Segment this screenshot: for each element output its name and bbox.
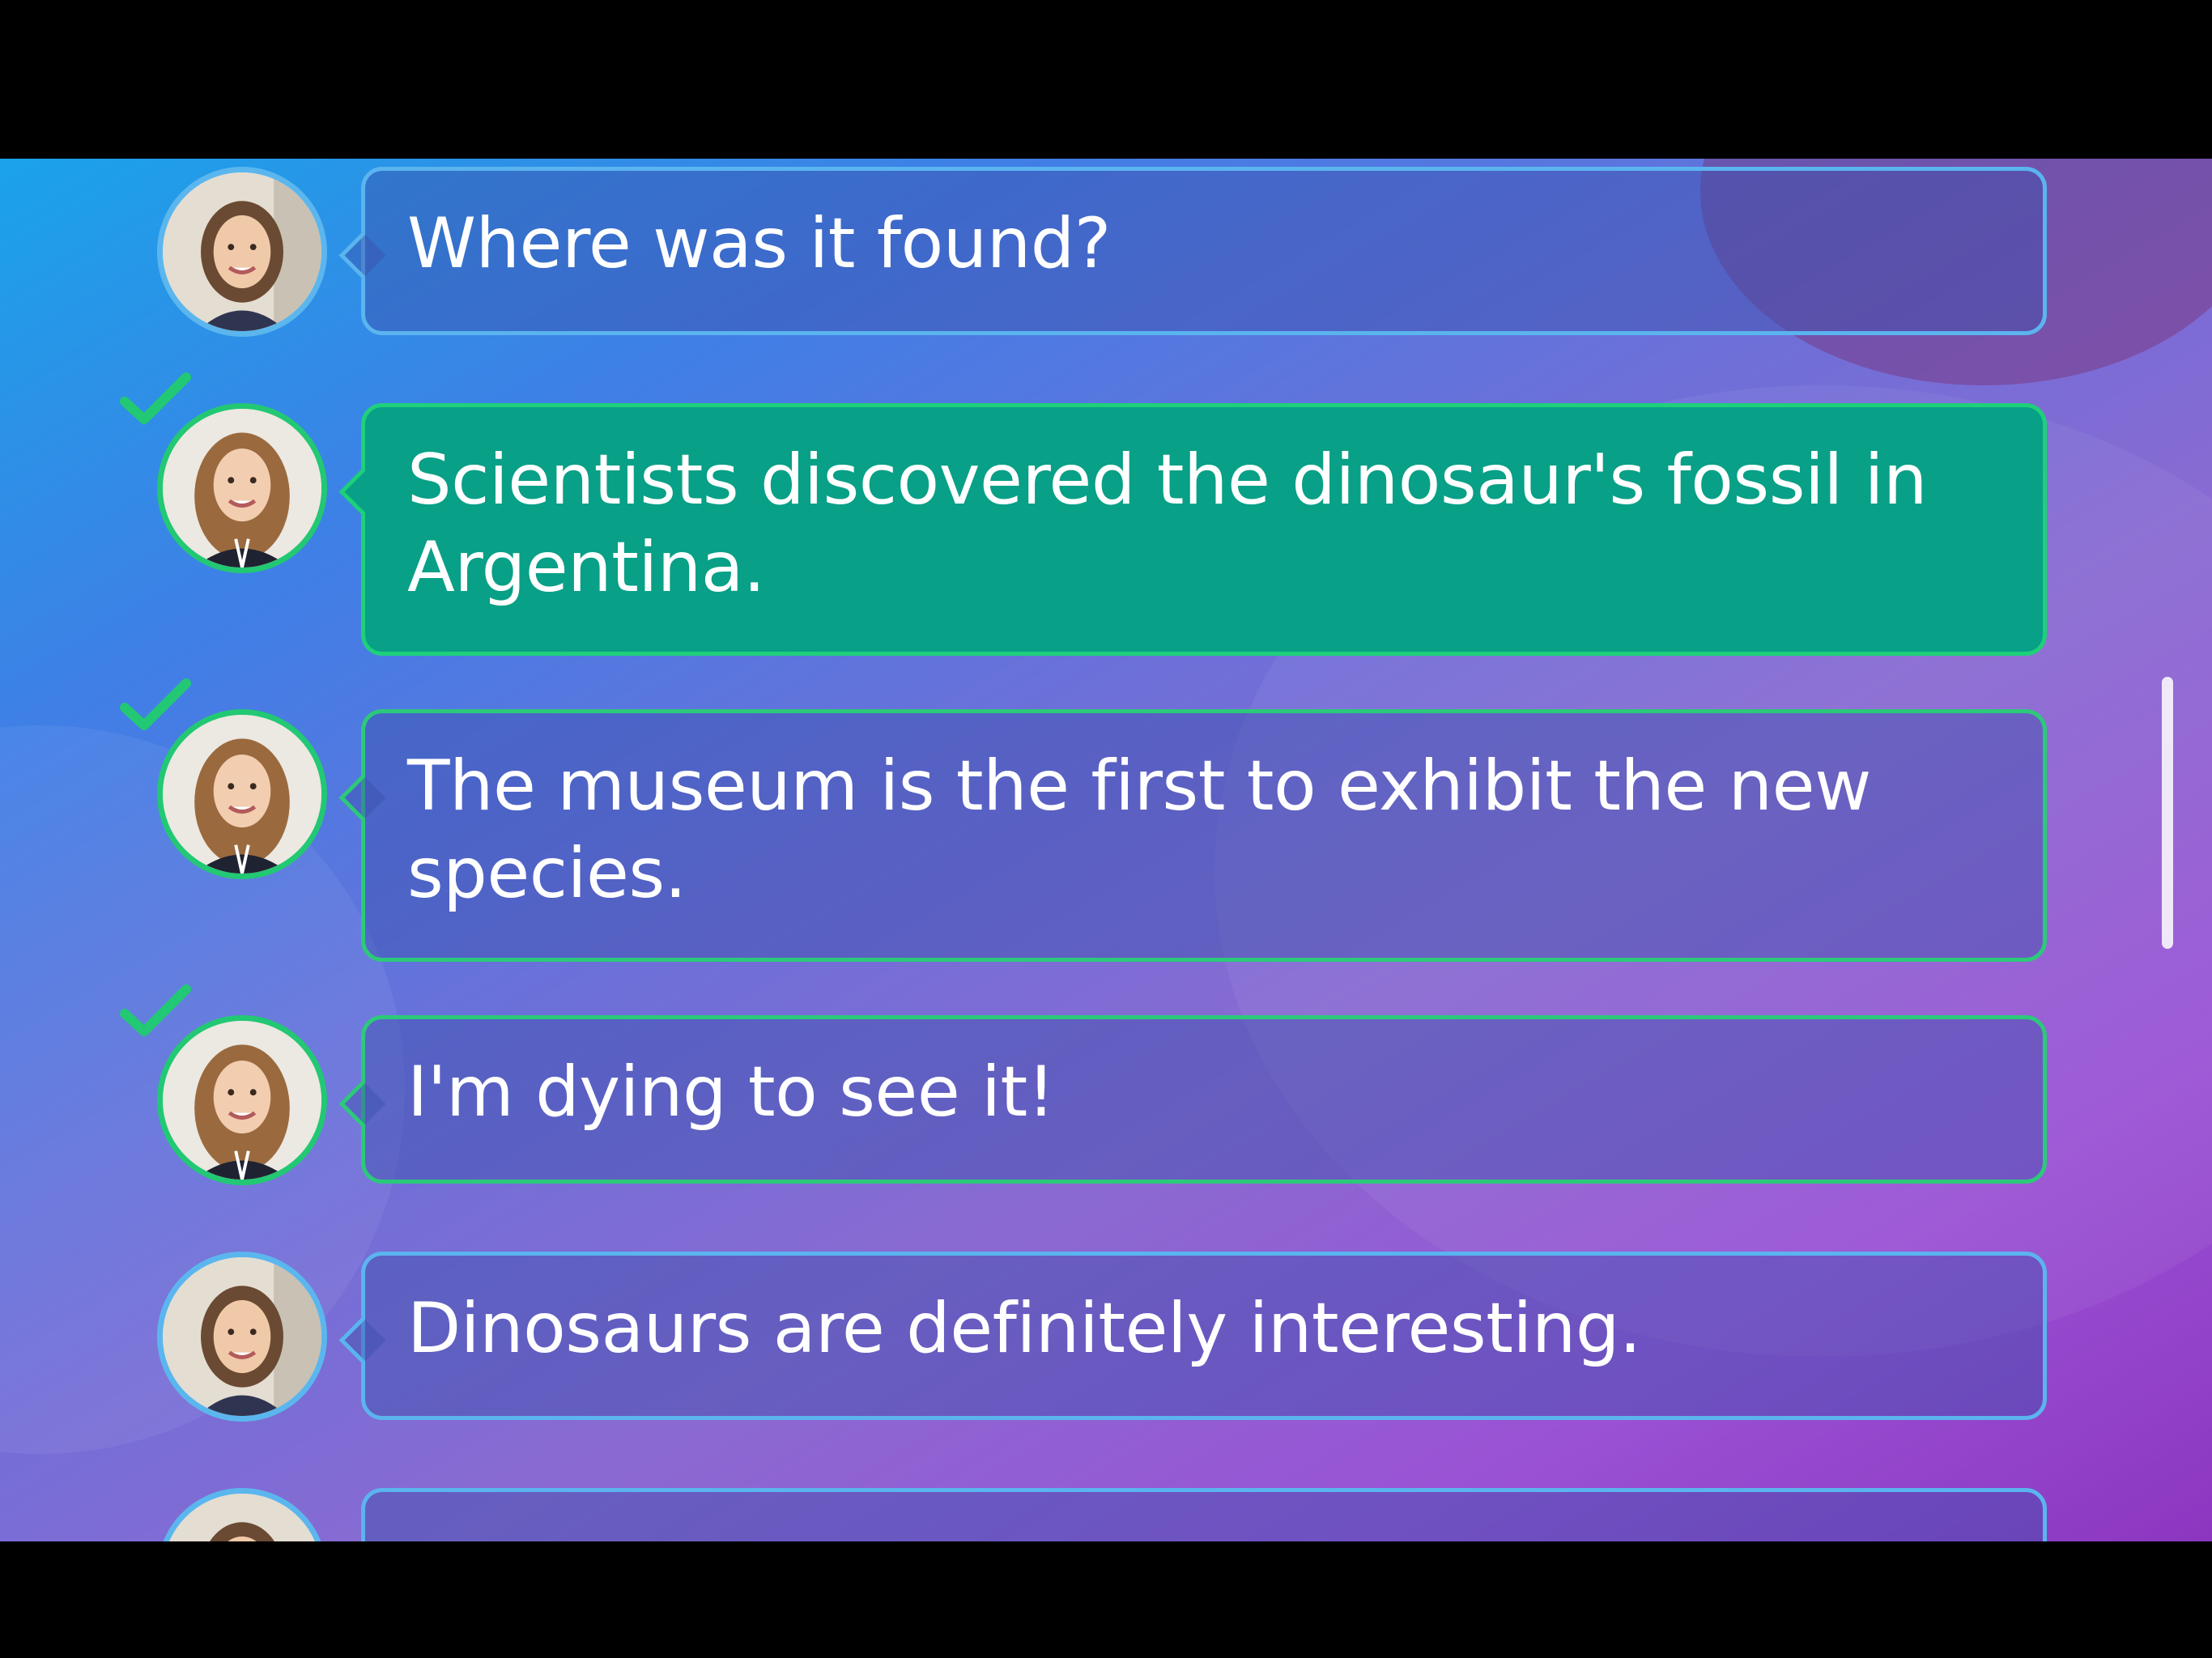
checkmark-icon: [118, 371, 191, 427]
girl-portrait-icon: [163, 1257, 321, 1416]
message-bubble[interactable]: Where was it found?: [361, 167, 2047, 335]
message-text: Scientists discovered the dinosaur's fos…: [407, 440, 1928, 608]
message-text: I'm dying to see it!: [407, 1052, 1055, 1133]
avatar: [157, 403, 327, 573]
avatar: [157, 1252, 327, 1422]
checkmark-icon: [118, 677, 191, 733]
girl-portrait-icon: [163, 1021, 321, 1180]
message-bubble[interactable]: I'm dying to see it!: [361, 1015, 2047, 1184]
message-text: The museum is the first to exhibit the n…: [407, 746, 1871, 914]
girl-portrait-icon: [163, 1494, 321, 1541]
girl-portrait-icon: [163, 409, 321, 568]
speaker-avatar: [120, 678, 327, 879]
speaker-avatar: [120, 984, 327, 1185]
girl-portrait-icon: [163, 172, 321, 331]
avatar: [157, 1015, 327, 1185]
message-bubble[interactable]: Dinosaurs are definitely interesting.: [361, 1252, 2047, 1420]
avatar: [157, 1488, 327, 1541]
girl-portrait-icon: [163, 715, 321, 874]
conversation-viewport[interactable]: Where was it found? Scientists discovere…: [0, 159, 2212, 1541]
speaker-avatar: [157, 1488, 327, 1541]
scrollbar[interactable]: [2162, 677, 2173, 949]
message-text: Dinosaurs are definitely interesting.: [407, 1288, 1641, 1369]
speaker-avatar: [157, 167, 327, 337]
checkmark-icon: [118, 983, 191, 1039]
message-bubble-selected[interactable]: Scientists discovered the dinosaur's fos…: [361, 403, 2047, 656]
message-bubble[interactable]: [361, 1488, 2047, 1541]
speaker-avatar: [157, 1252, 327, 1422]
message-text: Where was it found?: [407, 203, 1111, 284]
avatar: [157, 167, 327, 337]
message-bubble[interactable]: The museum is the first to exhibit the n…: [361, 709, 2047, 962]
speaker-avatar: [120, 372, 327, 573]
avatar: [157, 709, 327, 879]
